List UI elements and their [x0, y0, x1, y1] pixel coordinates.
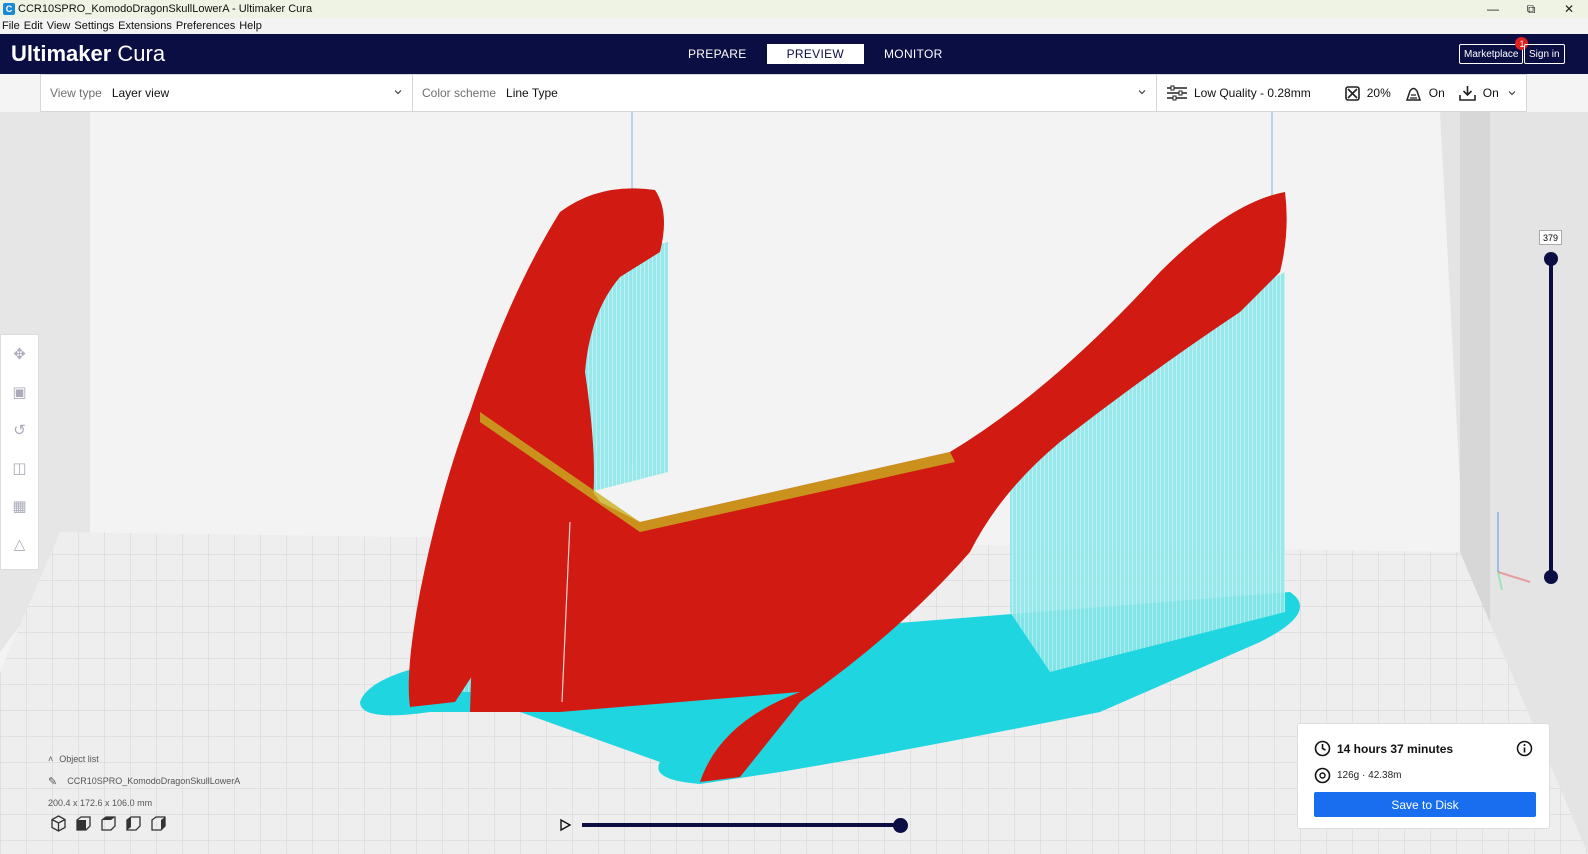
tab-preview[interactable]: PREVIEW	[766, 44, 865, 64]
cura-app-icon: C	[3, 3, 15, 15]
path-slider-handle[interactable]	[893, 818, 908, 833]
title-bar: C CCR10SPRO_KomodoDragonSkullLowerA - Ul…	[0, 0, 1588, 18]
chevron-up-icon: ˄	[48, 754, 54, 764]
view-type-label: View type	[50, 86, 102, 100]
window-controls: — ⧉ ✕	[1474, 0, 1588, 18]
support-blocker-icon[interactable]: △	[11, 535, 29, 553]
layer-slider-track[interactable]	[1549, 258, 1553, 578]
infill-value: 20%	[1366, 86, 1391, 100]
path-slider-track[interactable]	[582, 823, 902, 827]
profile-label: Low Quality - 0.28mm	[1194, 86, 1311, 100]
menu-edit[interactable]: Edit	[24, 20, 43, 32]
menu-extensions[interactable]: Extensions	[118, 20, 172, 32]
color-scheme-value: Line Type	[506, 86, 558, 100]
object-dimensions: 200.4 x 172.6 x 106.0 mm	[48, 798, 153, 808]
profile-summary: Low Quality - 0.28mm	[1167, 85, 1311, 101]
view-type-value: Layer view	[111, 86, 170, 100]
restore-icon[interactable]: ⧉	[1512, 0, 1550, 18]
close-icon[interactable]: ✕	[1550, 0, 1588, 18]
support-icon	[1405, 87, 1421, 101]
infill-summary: 20%	[1344, 85, 1391, 101]
tab-monitor[interactable]: MONITOR	[864, 44, 963, 64]
settings-sliders-icon	[1167, 85, 1187, 101]
adhesion-summary: On	[1458, 85, 1499, 101]
support-summary: On	[1405, 86, 1445, 101]
infill-icon	[1344, 85, 1360, 101]
print-settings-button[interactable]: Low Quality - 0.28mm 20% On On	[1157, 75, 1526, 111]
object-list-label: Object list	[59, 754, 99, 764]
play-icon[interactable]	[558, 818, 572, 832]
view-toolbar: View type Layer view Color scheme Line T…	[40, 74, 1527, 112]
adhesion-value: On	[1482, 86, 1499, 100]
window-title: CCR10SPRO_KomodoDragonSkullLowerA - Ulti…	[18, 3, 313, 15]
layer-slider-upper-handle[interactable]	[1544, 252, 1558, 266]
mirror-icon[interactable]: ◫	[11, 459, 29, 477]
color-scheme-dropdown[interactable]: Color scheme Line Type	[413, 75, 1157, 111]
3d-view-icon[interactable]	[50, 815, 67, 832]
per-model-settings-icon[interactable]: ▦	[11, 497, 29, 515]
clock-icon	[1314, 740, 1331, 757]
spool-icon	[1314, 767, 1331, 784]
camera-view-buttons	[50, 815, 167, 832]
scale-icon[interactable]: ▣	[11, 383, 29, 401]
left-view-icon[interactable]	[125, 815, 142, 832]
rotate-icon[interactable]: ↺	[11, 421, 29, 439]
adhesion-icon	[1458, 86, 1476, 101]
sign-in-button[interactable]: Sign in	[1524, 44, 1565, 64]
chevron-down-icon	[1508, 91, 1516, 96]
color-scheme-label: Color scheme	[422, 86, 497, 100]
menu-preferences[interactable]: Preferences	[176, 20, 235, 32]
material-usage-row: 126g · 42.38m	[1314, 767, 1402, 784]
object-name: CCR10SPRO_KomodoDragonSkullLowerA	[67, 776, 241, 786]
chevron-down-icon	[394, 90, 402, 95]
menu-bar: File Edit View Settings Extensions Prefe…	[0, 18, 1588, 34]
app-header: Ultimaker Cura PREPARE PREVIEW MONITOR M…	[0, 34, 1588, 74]
material-usage: 126g · 42.38m	[1337, 770, 1402, 781]
print-time: 14 hours 37 minutes	[1337, 741, 1454, 756]
save-to-disk-button[interactable]: Save to Disk	[1314, 792, 1536, 817]
ultimaker-cura-logo: Ultimaker Cura	[11, 41, 166, 66]
marketplace-button[interactable]: Marketplace 1	[1459, 37, 1529, 64]
pencil-icon: ✎	[48, 775, 58, 788]
menu-help[interactable]: Help	[239, 20, 262, 32]
marketplace-label: Marketplace	[1464, 48, 1519, 60]
minimize-icon[interactable]: —	[1474, 0, 1512, 18]
layer-slider[interactable]: 379	[1539, 230, 1563, 590]
menu-file[interactable]: File	[2, 20, 20, 32]
layer-number-input[interactable]: 379	[1539, 230, 1562, 245]
right-view-icon[interactable]	[150, 815, 167, 832]
front-view-icon[interactable]	[75, 815, 92, 832]
menu-settings[interactable]: Settings	[74, 20, 114, 32]
support-value: On	[1428, 86, 1445, 100]
object-name-row[interactable]: ✎ CCR10SPRO_KomodoDragonSkullLowerA	[48, 770, 240, 792]
menu-view[interactable]: View	[47, 20, 71, 32]
object-list-toggle[interactable]: ˄ Object list	[48, 748, 240, 770]
top-view-icon[interactable]	[100, 815, 117, 832]
stage-tabs: PREPARE PREVIEW MONITOR	[668, 44, 963, 64]
print-time-row: 14 hours 37 minutes	[1314, 740, 1453, 757]
move-icon[interactable]: ✥	[11, 345, 29, 363]
layer-slider-lower-handle[interactable]	[1544, 570, 1558, 584]
object-list-panel: ˄ Object list ✎ CCR10SPRO_KomodoDragonSk…	[48, 748, 240, 814]
info-icon[interactable]	[1516, 740, 1533, 757]
view-type-dropdown[interactable]: View type Layer view	[41, 75, 413, 111]
chevron-down-icon	[1138, 90, 1146, 95]
print-info-panel: 14 hours 37 minutes 126g · 42.38m Save t…	[1297, 723, 1550, 829]
tab-prepare[interactable]: PREPARE	[668, 44, 767, 64]
left-tool-panel: ✥ ▣ ↺ ◫ ▦ △	[0, 334, 39, 570]
